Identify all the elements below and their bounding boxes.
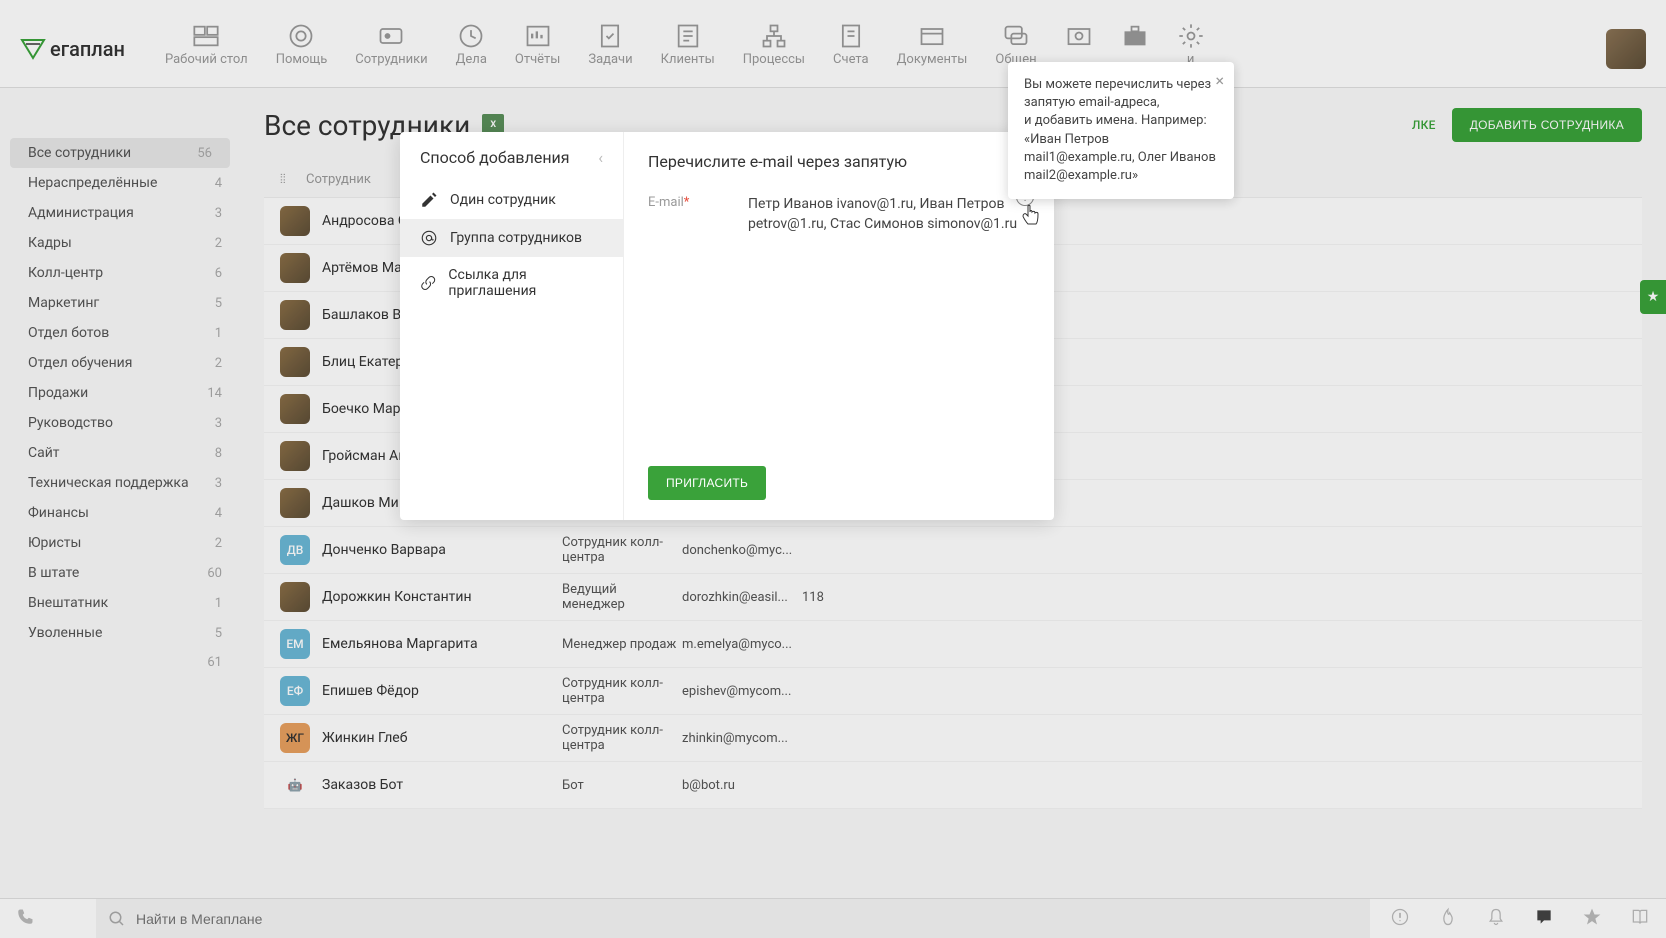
modal-content: Перечислите e-mail через запятую E-mail*…: [624, 132, 1054, 520]
at-icon: [420, 229, 438, 247]
tooltip-line2: и добавить имена. Например: «Иван Петров…: [1024, 112, 1218, 185]
cursor-pointer-icon: [1022, 204, 1040, 230]
modal-title: Перечислите e-mail через запятую: [648, 152, 1030, 171]
help-tooltip: × Вы можете перечислить через запятую em…: [1008, 62, 1234, 199]
add-employee-modal: Способ добавления ‹ Один сотрудник Групп…: [400, 132, 1054, 520]
modal-opt-link[interactable]: Ссылка для приглашения: [400, 257, 623, 309]
email-label: E-mail*: [648, 195, 728, 210]
modal-opt-group[interactable]: Группа сотрудников: [400, 219, 623, 257]
email-input[interactable]: Петр Иванов ivanov@1.ru, Иван Петров pet…: [748, 195, 1030, 234]
modal-sidebar: Способ добавления ‹ Один сотрудник Групп…: [400, 132, 624, 520]
modal-opt-single[interactable]: Один сотрудник: [400, 181, 623, 219]
link-icon: [420, 274, 436, 292]
chevron-left-icon[interactable]: ‹: [598, 148, 603, 167]
close-icon[interactable]: ×: [1215, 70, 1224, 92]
tooltip-line1: Вы можете перечислить через запятую emai…: [1024, 76, 1218, 112]
pencil-icon: [420, 191, 438, 209]
email-field-row: E-mail* Петр Иванов ivanov@1.ru, Иван Пе…: [648, 195, 1030, 234]
modal-left-title: Способ добавления ‹: [400, 148, 623, 181]
invite-button[interactable]: ПРИГЛАСИТЬ: [648, 466, 766, 500]
